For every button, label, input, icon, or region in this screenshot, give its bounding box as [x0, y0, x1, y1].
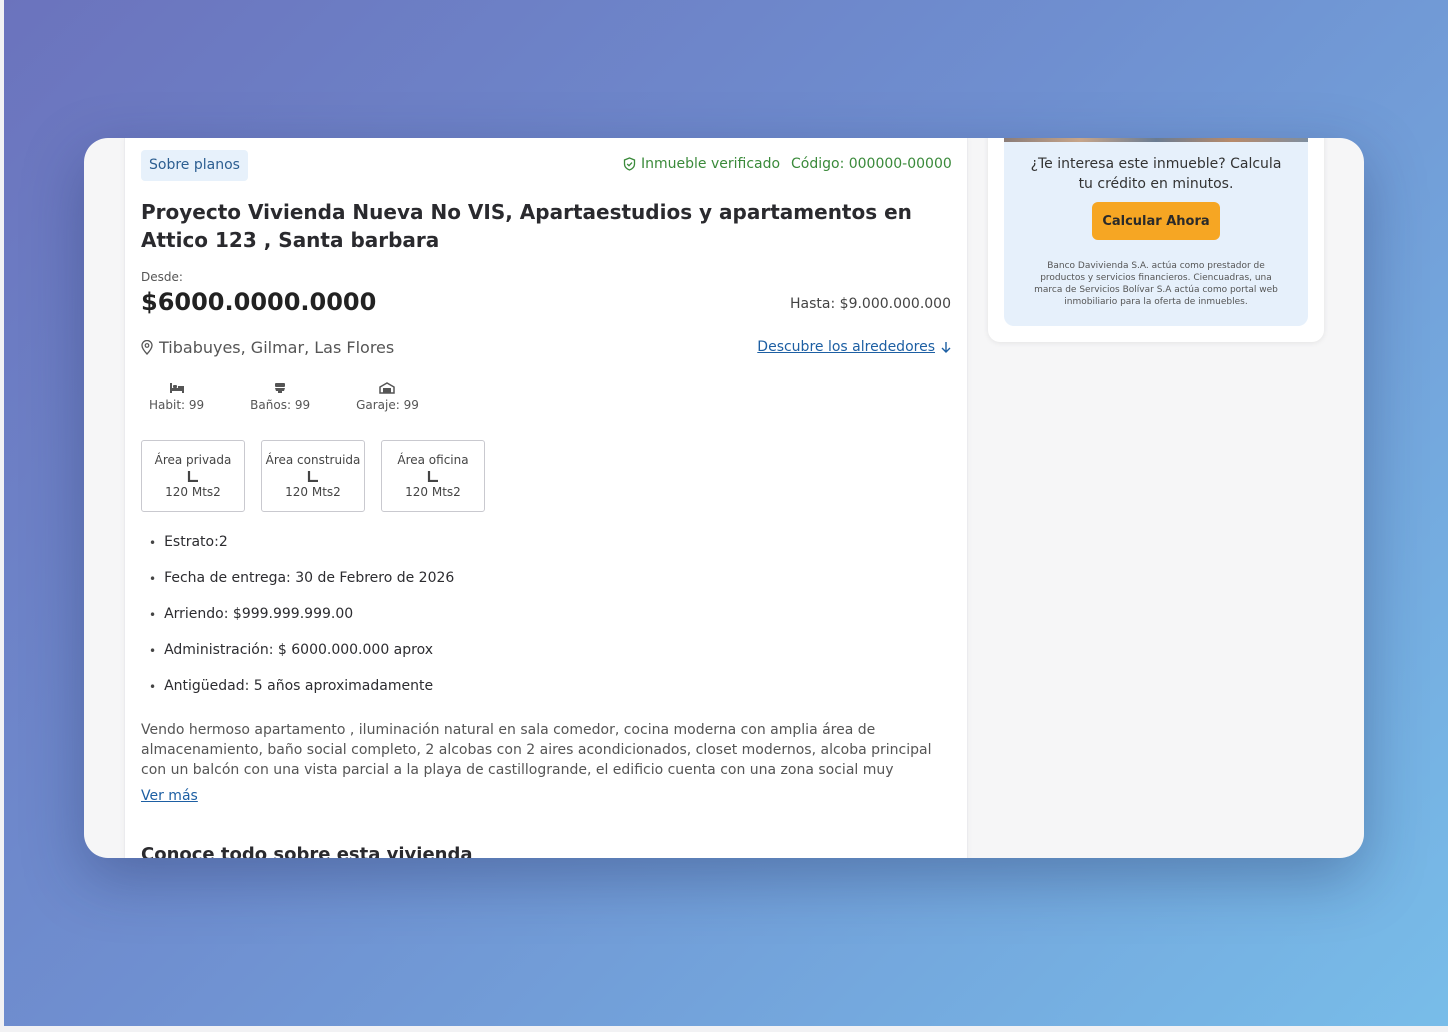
shield-check-icon: [623, 157, 636, 171]
detail-text: Antigüedad: 5 años aproximadamente: [164, 678, 434, 694]
detail-delivery-date: Fecha de entrega: 30 de Febrero de 2026: [149, 570, 454, 606]
garage-icon: [379, 382, 396, 394]
detail-text: Estrato:2: [164, 534, 228, 550]
feature-bathrooms: Baños: 99: [242, 382, 318, 412]
feature-list: Habit: 99 Baños: 99 Garaje: 99: [141, 382, 427, 412]
area-value: 120 Mts2: [405, 485, 461, 499]
promo-text: ¿Te interesa este inmueble? Calcula tu c…: [1030, 156, 1282, 192]
price-value: $6000.0000.0000: [141, 288, 377, 316]
location: Tibabuyes, Gilmar, Las Flores: [141, 338, 394, 357]
detail-text: Fecha de entrega: 30 de Febrero de 2026: [164, 570, 455, 586]
discover-surroundings-link[interactable]: Descubre los alrededores: [757, 339, 951, 355]
area-office: Área oficina 120 Mts2: [381, 440, 485, 512]
area-title: Área privada: [154, 453, 232, 467]
area-built: Área construida 120 Mts2: [261, 440, 365, 512]
toilet-icon: [275, 383, 286, 393]
description: Vendo hermoso apartamento , iluminación …: [141, 722, 932, 778]
bed-icon: [169, 383, 184, 393]
area-icon: [187, 471, 198, 482]
area-icon: [307, 471, 318, 482]
detail-text: Arriendo: $999.999.999.00: [164, 606, 354, 622]
status-badge: Sobre planos: [141, 150, 248, 181]
feature-label: Baños: 99: [250, 398, 311, 412]
detail-list: Estrato:2 Fecha de entrega: 30 de Febrer…: [149, 534, 454, 714]
verified-indicator: Inmueble verificado: [623, 156, 780, 172]
promo-image: [1004, 138, 1308, 142]
area-title: Área oficina: [397, 453, 469, 467]
area-value: 120 Mts2: [165, 485, 221, 499]
discover-label[interactable]: Descubre los alrededores: [757, 339, 935, 355]
browser-window: Sobre planos Inmueble verificado Código:…: [84, 138, 1364, 858]
detail-estrato: Estrato:2: [149, 534, 454, 570]
detail-age: Antigüedad: 5 años aproximadamente: [149, 678, 454, 714]
screen-edge-left: [0, 0, 4, 1032]
page-title: Proyecto Vivienda Nueva No VIS, Apartaes…: [141, 200, 912, 252]
see-more-link[interactable]: Ver más: [141, 788, 198, 804]
section-title: Conoce todo sobre esta vivienda: [141, 844, 473, 858]
area-title: Área construida: [265, 453, 361, 467]
feature-bedrooms: Habit: 99: [141, 382, 212, 412]
calculate-button[interactable]: Calcular Ahora: [1092, 202, 1220, 240]
detail-administration: Administración: $ 6000.000.000 aprox: [149, 642, 454, 678]
area-private: Área privada 120 Mts2: [141, 440, 245, 512]
price-to: Hasta: $9.000.000.000: [790, 296, 951, 312]
location-pin-icon: [141, 340, 153, 355]
detail-text: Administración: $ 6000.000.000 aprox: [164, 642, 434, 658]
arrow-down-icon: [941, 342, 951, 353]
feature-garage: Garaje: 99: [348, 382, 427, 412]
property-code: Código: 000000-00000: [791, 156, 952, 172]
feature-label: Habit: 99: [149, 398, 205, 412]
area-value: 120 Mts2: [285, 485, 341, 499]
credit-sidebar-card: ¿Te interesa este inmueble? Calcula tu c…: [988, 138, 1324, 342]
screen-edge-bottom: [0, 1026, 1448, 1032]
detail-rent: Arriendo: $999.999.999.00: [149, 606, 454, 642]
price-from-label: Desde:: [141, 270, 183, 284]
credit-promo: ¿Te interesa este inmueble? Calcula tu c…: [1004, 138, 1308, 326]
area-icon: [427, 471, 438, 482]
listing-card: Sobre planos Inmueble verificado Código:…: [124, 138, 968, 858]
feature-label: Garaje: 99: [356, 398, 419, 412]
verified-label: Inmueble verificado: [641, 156, 781, 172]
disclaimer-text: Banco Davivienda S.A. actúa como prestad…: [1034, 261, 1278, 307]
area-list: Área privada 120 Mts2 Área construida 12…: [141, 440, 485, 512]
location-text: Tibabuyes, Gilmar, Las Flores: [159, 338, 395, 357]
